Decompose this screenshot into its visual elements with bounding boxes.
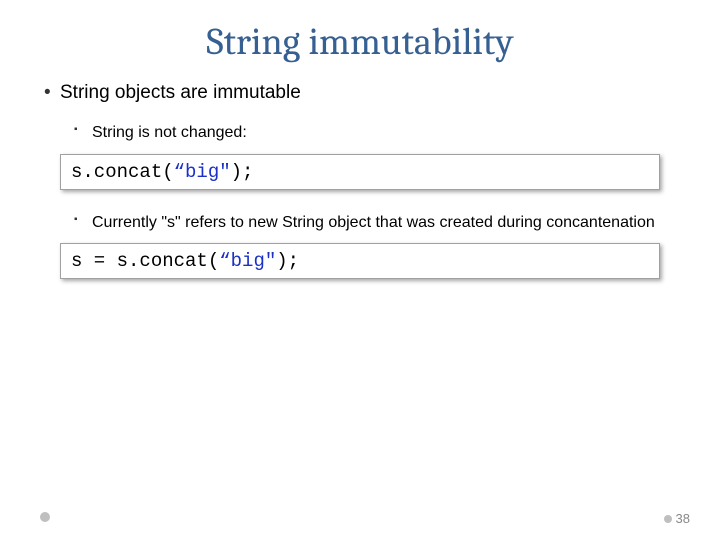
slide-title: String immutability: [40, 20, 680, 64]
bullet-main: String objects are immutable: [60, 82, 680, 104]
code-text: );: [231, 161, 254, 183]
code-text: );: [276, 250, 299, 272]
code-block-2: s = s.concat(“big");: [60, 243, 660, 279]
code-text: s.concat(: [71, 161, 174, 183]
footer-dot-icon: [40, 512, 50, 522]
page-number-text: 38: [676, 511, 690, 526]
code-block-1: s.concat(“big");: [60, 154, 660, 190]
bullet-sub-2: Currently "s" refers to new String objec…: [92, 212, 680, 234]
code-text: s = s.concat(: [71, 250, 219, 272]
bullet-sub-1: String is not changed:: [92, 122, 680, 144]
code-string-literal: “big": [174, 161, 231, 183]
slide: String immutability String objects are i…: [0, 0, 720, 540]
code-string-literal: “big": [219, 250, 276, 272]
page-number: 38: [664, 511, 690, 526]
